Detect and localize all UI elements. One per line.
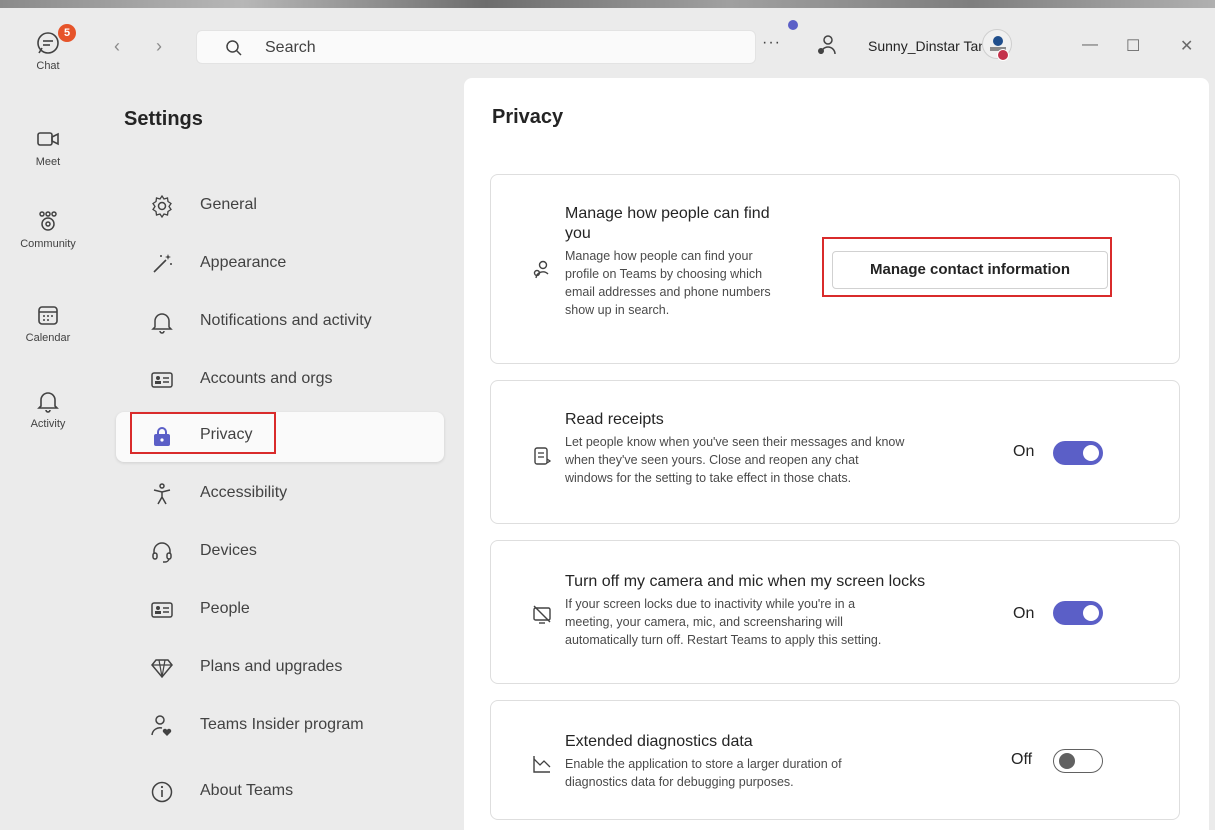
- page-title: Privacy: [492, 106, 564, 128]
- rail-chat-label: Chat: [36, 60, 60, 72]
- maximize-button[interactable]: ☐: [1126, 36, 1140, 56]
- find-you-desc-1: Manage how people can find your: [565, 249, 753, 263]
- forward-button[interactable]: ›: [156, 36, 162, 57]
- rail-meet-label: Meet: [35, 156, 61, 168]
- highlight-box: [130, 412, 276, 454]
- sidebar-item-label: Devices: [200, 542, 257, 559]
- find-you-title: Manage how people can find: [565, 205, 770, 222]
- diagnostics-toggle[interactable]: [1053, 749, 1103, 773]
- sidebar-item-appearance[interactable]: Appearance: [116, 240, 444, 290]
- magic-wand-icon: [153, 254, 172, 273]
- read-receipts-card: Read receipts Let people know when you'v…: [490, 380, 1180, 524]
- toggle-knob: [1083, 605, 1099, 621]
- app-rail: 5 Chat Meet Community Calendar Activity: [0, 8, 96, 830]
- sidebar-item-accounts[interactable]: Accounts and orgs: [116, 356, 444, 406]
- rail-community-label: Community: [20, 238, 76, 250]
- rail-chat[interactable]: 5 Chat: [0, 24, 96, 72]
- info-icon: [151, 781, 173, 803]
- sidebar-item-label: People: [200, 600, 250, 617]
- diagnostics-card: Extended diagnostics data Enable the app…: [490, 700, 1180, 820]
- notification-dot: [788, 20, 798, 30]
- chat-badge: 5: [58, 24, 76, 42]
- sidebar-item-label: Accounts and orgs: [200, 370, 333, 387]
- diagnostics-desc-1: Enable the application to store a larger…: [565, 757, 842, 771]
- find-you-desc-2: profile on Teams by choosing which: [565, 267, 763, 281]
- read-receipts-desc-3: windows for the setting to take effect i…: [565, 471, 852, 485]
- user-name[interactable]: Sunny_Dinstar Tan: [868, 38, 986, 54]
- camera-mic-desc-2: meeting, your camera, mic, and screensha…: [565, 615, 843, 629]
- camera-mic-state: On: [1013, 605, 1035, 622]
- diagnostics-title: Extended diagnostics data: [565, 733, 753, 750]
- search-icon: [226, 40, 242, 56]
- sidebar-item-plans[interactable]: Plans and upgrades: [116, 644, 444, 694]
- highlight-box: [822, 237, 1112, 297]
- bell-icon: [37, 392, 59, 413]
- camera-mic-card: Turn off my camera and mic when my scree…: [490, 540, 1180, 684]
- sidebar-item-notifications[interactable]: Notifications and activity: [116, 298, 444, 348]
- window-top-strip: [0, 0, 1215, 8]
- close-button[interactable]: ✕: [1180, 36, 1193, 56]
- people-search-icon: [533, 260, 549, 279]
- search-box[interactable]: Search: [196, 30, 756, 64]
- camera-mic-toggle[interactable]: [1053, 601, 1103, 625]
- sidebar-item-general[interactable]: General: [116, 182, 444, 232]
- diamond-icon: [151, 659, 173, 679]
- contact-card-icon: [151, 602, 173, 618]
- sidebar-item-accessibility[interactable]: Accessibility: [116, 470, 444, 520]
- sidebar-item-label: General: [200, 196, 257, 213]
- read-receipts-desc-1: Let people know when you've seen their m…: [565, 435, 905, 449]
- sidebar-item-label: Notifications and activity: [200, 312, 372, 329]
- document-icon: [534, 447, 552, 465]
- rail-meet[interactable]: Meet: [0, 126, 96, 168]
- back-button[interactable]: ‹: [114, 36, 120, 57]
- rail-activity-label: Activity: [30, 418, 66, 430]
- find-you-card: Manage how people can find you Manage ho…: [490, 174, 1180, 364]
- read-receipts-desc-2: when they've seen yours. Close and reope…: [565, 453, 859, 467]
- camera-mic-title: Turn off my camera and mic when my scree…: [565, 573, 926, 590]
- sidebar-item-label: Appearance: [200, 254, 287, 271]
- more-options-button[interactable]: ···: [762, 34, 781, 52]
- chart-icon: [533, 756, 551, 773]
- status-dot: [997, 49, 1009, 61]
- video-camera-icon: [37, 132, 59, 146]
- rail-calendar[interactable]: Calendar: [0, 302, 96, 344]
- toggle-knob: [1083, 445, 1099, 461]
- people-icon[interactable]: [815, 34, 837, 56]
- gear-icon: [152, 194, 172, 218]
- diagnostics-desc-2: diagnostics data for debugging purposes.: [565, 775, 794, 789]
- screen-off-icon: [533, 605, 551, 624]
- minimize-button[interactable]: —: [1082, 36, 1098, 54]
- rail-community[interactable]: Community: [0, 208, 96, 250]
- rail-calendar-label: Calendar: [25, 332, 71, 344]
- sidebar-item-about[interactable]: About Teams: [116, 768, 444, 818]
- accessibility-icon: [153, 483, 171, 505]
- settings-title: Settings: [124, 108, 203, 130]
- camera-mic-desc-3: automatically turn off. Restart Teams to…: [565, 633, 882, 647]
- privacy-panel: Privacy Manage how people can find you M…: [464, 78, 1209, 830]
- sidebar-item-people[interactable]: People: [116, 586, 444, 636]
- person-heart-icon: [151, 715, 172, 736]
- sidebar-item-label: Teams Insider program: [200, 716, 364, 733]
- read-receipts-title: Read receipts: [565, 411, 664, 428]
- search-input[interactable]: Search: [265, 39, 316, 57]
- sidebar-item-devices[interactable]: Devices: [116, 528, 444, 578]
- calendar-icon: [38, 306, 58, 325]
- read-receipts-toggle[interactable]: [1053, 441, 1103, 465]
- find-you-title-cont: you: [565, 225, 591, 242]
- read-receipts-state: On: [1013, 443, 1035, 460]
- sidebar-item-label: Accessibility: [200, 484, 288, 501]
- find-you-desc-4: show up in search.: [565, 303, 670, 317]
- find-you-desc-3: email addresses and phone numbers: [565, 285, 771, 299]
- sidebar-item-insider[interactable]: Teams Insider program: [116, 702, 444, 752]
- sidebar-item-label: Plans and upgrades: [200, 658, 343, 675]
- community-icon: [39, 211, 57, 231]
- diagnostics-state: Off: [1011, 751, 1033, 768]
- rail-activity[interactable]: Activity: [0, 388, 96, 430]
- sidebar-item-label: About Teams: [200, 782, 294, 799]
- camera-mic-desc-1: If your screen locks due to inactivity w…: [565, 597, 856, 611]
- bell-icon: [151, 313, 173, 334]
- toggle-knob: [1059, 753, 1075, 769]
- id-card-icon: [151, 372, 173, 388]
- headset-icon: [152, 542, 172, 563]
